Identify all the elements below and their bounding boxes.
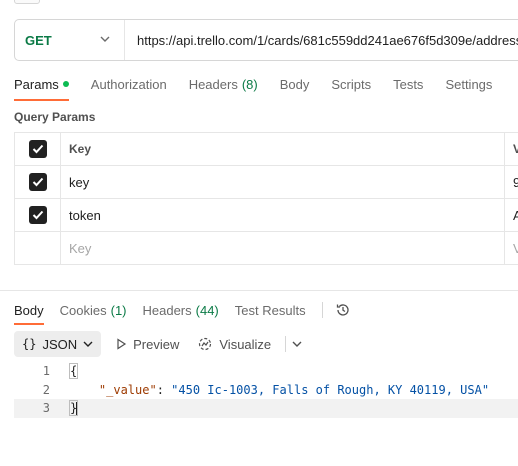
tab-headers[interactable]: Headers (8) <box>189 72 258 96</box>
tab-tests[interactable]: Tests <box>393 72 423 96</box>
response-tab-cookies-label: Cookies <box>59 302 107 318</box>
column-header-key: Key <box>61 133 505 165</box>
preview-label: Preview <box>133 336 180 352</box>
param-value-input[interactable]: A <box>505 199 518 231</box>
chevron-down-icon <box>100 36 110 42</box>
tab-scripts-label: Scripts <box>331 76 372 92</box>
preview-button[interactable]: Preview <box>111 331 183 357</box>
code-line: 2 "_value": "450 Ic-1003, Falls of Rough… <box>14 381 518 400</box>
code-line-current: 3 } <box>14 399 518 418</box>
line-number: 1 <box>42 364 50 379</box>
row-check-cell <box>15 166 61 198</box>
visualize-icon <box>199 337 212 351</box>
format-label: JSON <box>42 336 78 352</box>
response-tab-headers-count: (44) <box>195 302 219 318</box>
select-all-cell <box>15 133 61 165</box>
select-all-checkbox[interactable] <box>28 140 47 158</box>
line-number: 3 <box>42 401 50 416</box>
params-active-dot <box>62 81 69 87</box>
tab-headers-count: (8) <box>241 76 258 92</box>
tab-authorization-label: Authorization <box>90 76 167 92</box>
param-value-input[interactable]: 9 <box>505 166 518 198</box>
json-braces-icon: {} <box>22 337 37 351</box>
query-params-table: Key V key 9 token A Key V <box>14 132 518 265</box>
pane-divider[interactable] <box>0 290 518 291</box>
tab-headers-label: Headers <box>188 76 238 92</box>
code-text: } <box>68 400 79 416</box>
json-open-brace: { <box>68 363 79 380</box>
tab-tests-label: Tests <box>393 76 424 92</box>
column-header-value: V <box>513 142 518 156</box>
row-check-cell <box>15 232 61 264</box>
checkmark-icon <box>32 144 43 154</box>
tab-separator <box>321 302 323 318</box>
response-body-editor[interactable]: 1 { 2 "_value": "450 Ic-1003, Falls of R… <box>14 362 518 418</box>
param-key-input[interactable]: token <box>61 199 505 231</box>
new-param-value-input[interactable]: V <box>505 232 518 264</box>
chevron-down-icon[interactable] <box>292 341 302 347</box>
tab-settings-label: Settings <box>445 76 493 92</box>
row-checkbox[interactable] <box>28 173 47 191</box>
text-cursor <box>76 401 78 416</box>
table-row-empty: Key V <box>15 232 518 265</box>
checkmark-icon <box>32 210 43 220</box>
url-input[interactable]: https://api.trello.com/1/cards/681c559dd… <box>125 33 518 48</box>
table-row: key 9 <box>15 166 518 199</box>
visualize-label: Visualize <box>219 336 272 352</box>
tab-body[interactable]: Body <box>280 72 310 96</box>
checkmark-icon <box>32 177 43 187</box>
table-header-row: Key V <box>15 133 518 166</box>
toolbar-separator <box>285 336 287 352</box>
response-tab-cookies-count: (1) <box>110 302 127 318</box>
tab-body-label: Body <box>279 76 310 92</box>
response-tab-test-results-label: Test Results <box>234 302 306 318</box>
response-tab-body[interactable]: Body <box>14 299 44 325</box>
query-params-title: Query Params <box>14 110 96 124</box>
code-line: 1 { <box>14 362 518 381</box>
chevron-down-icon <box>83 341 93 347</box>
response-tab-headers-label: Headers <box>142 302 192 318</box>
row-check-cell <box>15 199 61 231</box>
tab-params[interactable]: Params <box>14 72 69 101</box>
response-tabs: Body Cookies (1) Headers (44) Test Results <box>14 298 351 325</box>
format-select[interactable]: {} JSON <box>14 331 102 357</box>
table-row: token A <box>15 199 518 232</box>
tab-scripts[interactable]: Scripts <box>331 72 371 96</box>
json-colon: : <box>156 382 172 397</box>
request-tabs: Params Authorization Headers (8) Body Scr… <box>14 72 514 102</box>
play-icon <box>117 338 127 350</box>
code-text: { <box>68 363 79 380</box>
new-param-key-input[interactable]: Key <box>61 232 505 264</box>
line-number: 2 <box>42 382 50 397</box>
param-key-input[interactable]: key <box>61 166 505 198</box>
json-key: "_value" <box>98 382 157 397</box>
response-toolbar: {} JSON Preview Visualize <box>14 331 302 357</box>
response-tab-headers[interactable]: Headers (44) <box>143 299 219 321</box>
response-tab-cookies[interactable]: Cookies (1) <box>60 299 127 321</box>
tab-settings[interactable]: Settings <box>445 72 492 96</box>
history-icon[interactable] <box>335 302 351 318</box>
tab-params-label: Params <box>14 76 59 92</box>
code-text: "_value": "450 Ic-1003, Falls of Rough, … <box>70 383 489 397</box>
request-url-bar: GET https://api.trello.com/1/cards/681c5… <box>14 19 518 61</box>
visualize-button[interactable]: Visualize <box>193 331 275 357</box>
method-select[interactable]: GET <box>15 20 125 60</box>
response-tab-test-results[interactable]: Test Results <box>235 299 306 321</box>
response-tab-body-label: Body <box>14 302 44 318</box>
row-checkbox[interactable] <box>28 206 47 224</box>
tab-authorization[interactable]: Authorization <box>91 72 167 96</box>
method-label: GET <box>25 32 52 48</box>
json-value: "450 Ic-1003, Falls of Rough, KY 40119, … <box>171 382 490 397</box>
top-button-stub[interactable] <box>14 0 40 4</box>
